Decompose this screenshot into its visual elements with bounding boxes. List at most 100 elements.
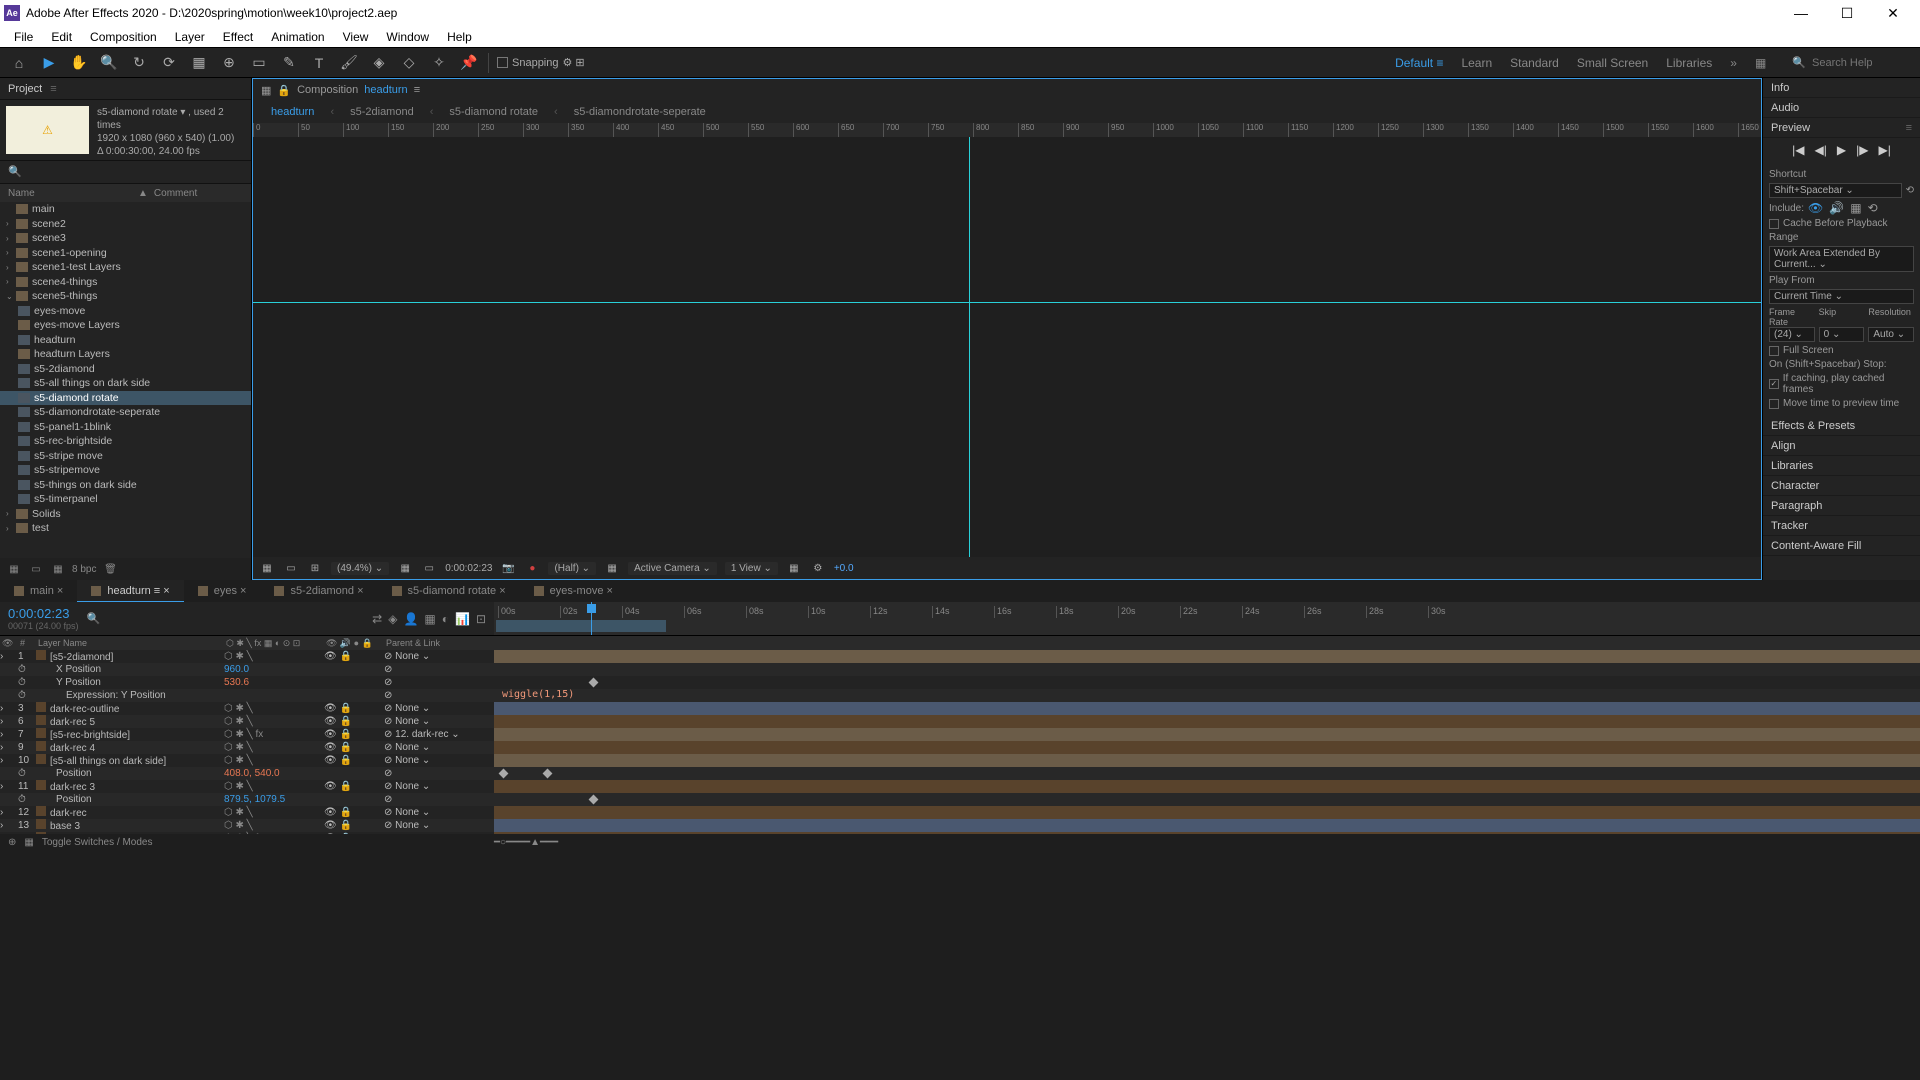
tree-item[interactable]: ⌄scene5-things: [0, 289, 251, 304]
tl-icon-2[interactable]: ◈: [388, 612, 397, 626]
skip-dropdown[interactable]: 0 ⌄: [1819, 327, 1865, 342]
workspace-grid-icon[interactable]: ▦: [1755, 56, 1766, 70]
timeline-tab[interactable]: eyes ×: [184, 580, 261, 602]
toggle-switches[interactable]: Toggle Switches / Modes: [42, 837, 153, 848]
comp-tab[interactable]: s5-diamondrotate-seperate: [564, 103, 716, 121]
property-row[interactable]: ⏱ Position 879.5, 1079.5 ⊘: [0, 793, 1920, 806]
panel-content-aware-fill[interactable]: Content-Aware Fill: [1763, 536, 1920, 556]
layer-row[interactable]: › 12 dark-rec ⬡ ✱ ╲ 👁 🔒 ⊘ None ⌄: [0, 806, 1920, 819]
prev-frame-icon[interactable]: ◀|: [1815, 143, 1827, 157]
view-dropdown[interactable]: 1 View ⌄: [725, 562, 778, 575]
tree-item[interactable]: s5-panel1-1blink: [0, 420, 251, 435]
zoom-tool[interactable]: 🔍: [98, 52, 120, 74]
include-video-icon[interactable]: 👁: [1808, 201, 1823, 215]
resolution-dropdown[interactable]: (Half) ⌄: [548, 562, 596, 575]
project-tree[interactable]: main›scene2›scene3›scene1-opening›scene1…: [0, 202, 251, 558]
menu-window[interactable]: Window: [378, 28, 437, 46]
layer-row[interactable]: › 3 dark-rec-outline ⬡ ✱ ╲ 👁 🔒 ⊘ None ⌄: [0, 702, 1920, 715]
hand-tool[interactable]: ✋: [68, 52, 90, 74]
property-row[interactable]: ⏱ Expression: Y Position ⊘ wiggle(1,15): [0, 689, 1920, 702]
timeline-ruler[interactable]: 00s02s04s06s08s10s12s14s16s18s20s22s24s2…: [494, 602, 1920, 635]
timeline-search[interactable]: 🔍: [87, 612, 101, 625]
project-search[interactable]: 🔍: [0, 160, 251, 184]
workspace-small-screen[interactable]: Small Screen: [1577, 56, 1648, 70]
render-icon[interactable]: ▦: [24, 837, 33, 848]
workspace-default[interactable]: Default ≡: [1395, 56, 1443, 70]
tree-item[interactable]: ›eyes-move Layers: [0, 318, 251, 333]
tree-item[interactable]: s5-timerpanel: [0, 492, 251, 507]
tree-item[interactable]: s5-all things on dark side: [0, 376, 251, 391]
menu-effect[interactable]: Effect: [215, 28, 261, 46]
timecode-display[interactable]: 0:00:02:23: [445, 563, 492, 574]
exposure-value[interactable]: +0.0: [834, 563, 854, 574]
tl-icon-1[interactable]: ⇄: [372, 612, 382, 626]
zoom-dropdown[interactable]: (49.4%) ⌄: [331, 562, 389, 575]
first-frame-icon[interactable]: |◀: [1792, 143, 1804, 157]
last-frame-icon[interactable]: ▶|: [1878, 143, 1890, 157]
timeline-tab[interactable]: s5-2diamond ×: [260, 580, 377, 602]
grid-icon[interactable]: ▦: [259, 563, 275, 574]
panel-tracker[interactable]: Tracker: [1763, 516, 1920, 536]
comp-tab[interactable]: s5-diamond rotate: [439, 103, 548, 121]
timeline-tab[interactable]: s5-diamond rotate ×: [378, 580, 520, 602]
rotate-tool[interactable]: ⟳: [158, 52, 180, 74]
composition-viewer[interactable]: [253, 137, 1761, 557]
expand-icon[interactable]: ⊕: [8, 837, 16, 848]
reset-icon[interactable]: ⟲: [1906, 185, 1914, 196]
timeline-zoom[interactable]: ━○━━━━▲━━━: [494, 837, 1920, 848]
motion-blur-icon[interactable]: ◐: [442, 612, 449, 626]
minimize-button[interactable]: —: [1778, 0, 1824, 26]
menu-help[interactable]: Help: [439, 28, 480, 46]
tree-item[interactable]: ›headturn Layers: [0, 347, 251, 362]
tree-item[interactable]: ›scene3: [0, 231, 251, 246]
orbit-tool[interactable]: ↻: [128, 52, 150, 74]
tree-item[interactable]: s5-stripe move: [0, 449, 251, 464]
channel-icon[interactable]: ●: [524, 563, 540, 574]
new-comp-icon[interactable]: ▦: [50, 561, 66, 577]
cache-stop-checkbox[interactable]: [1769, 379, 1779, 389]
include-audio-icon[interactable]: 🔊: [1829, 201, 1844, 215]
snapshot-icon[interactable]: 📷: [500, 563, 516, 574]
preview-panel[interactable]: Preview≡: [1763, 118, 1920, 138]
cache-checkbox[interactable]: [1769, 219, 1779, 229]
menu-composition[interactable]: Composition: [82, 28, 165, 46]
snapping-toggle[interactable]: Snapping ⚙ ⊞: [497, 56, 585, 69]
info-panel[interactable]: Info: [1763, 78, 1920, 98]
property-row[interactable]: ⏱ Y Position 530.6 ⊘: [0, 676, 1920, 689]
menu-view[interactable]: View: [335, 28, 377, 46]
menu-animation[interactable]: Animation: [263, 28, 332, 46]
tree-item[interactable]: ›scene1-opening: [0, 246, 251, 261]
transparency-icon[interactable]: ▦: [604, 563, 620, 574]
panel-align[interactable]: Align: [1763, 436, 1920, 456]
tree-item[interactable]: ›Solids: [0, 507, 251, 522]
panel-paragraph[interactable]: Paragraph: [1763, 496, 1920, 516]
property-row[interactable]: ⏱ X Position 960.0 ⊘: [0, 663, 1920, 676]
folder-icon[interactable]: ▭: [28, 561, 44, 577]
preview-res-dropdown[interactable]: Auto ⌄: [1868, 327, 1914, 342]
tree-item[interactable]: s5-diamondrotate-seperate: [0, 405, 251, 420]
audio-panel[interactable]: Audio: [1763, 98, 1920, 118]
property-row[interactable]: ⏱ Position 408.0, 540.0 ⊘: [0, 767, 1920, 780]
menu-file[interactable]: File: [6, 28, 41, 46]
tree-item[interactable]: headturn: [0, 333, 251, 348]
workspace-libraries[interactable]: Libraries: [1666, 56, 1712, 70]
next-frame-icon[interactable]: |▶: [1856, 143, 1868, 157]
close-button[interactable]: ✕: [1870, 0, 1916, 26]
puppet-tool[interactable]: 📌: [458, 52, 480, 74]
camera-dropdown[interactable]: Active Camera ⌄: [628, 562, 717, 575]
camera-tool[interactable]: ▦: [188, 52, 210, 74]
tree-item[interactable]: ›scene1-test Layers: [0, 260, 251, 275]
range-dropdown[interactable]: Work Area Extended By Current... ⌄: [1769, 246, 1914, 272]
current-time[interactable]: 0:00:02:23: [8, 606, 79, 621]
tree-item[interactable]: s5-rec-brightside: [0, 434, 251, 449]
home-tool[interactable]: ⌂: [8, 52, 30, 74]
panel-character[interactable]: Character: [1763, 476, 1920, 496]
tree-item[interactable]: s5-stripemove: [0, 463, 251, 478]
roto-tool[interactable]: ✧: [428, 52, 450, 74]
layer-row[interactable]: › 6 dark-rec 5 ⬡ ✱ ╲ 👁 🔒 ⊘ None ⌄: [0, 715, 1920, 728]
tree-item[interactable]: s5-things on dark side: [0, 478, 251, 493]
play-icon[interactable]: ▶: [1837, 143, 1846, 157]
layer-row[interactable]: › 9 dark-rec 4 ⬡ ✱ ╲ 👁 🔒 ⊘ None ⌄: [0, 741, 1920, 754]
layer-row[interactable]: › 11 dark-rec 3 ⬡ ✱ ╲ 👁 🔒 ⊘ None ⌄: [0, 780, 1920, 793]
workspace-more[interactable]: »: [1730, 56, 1737, 70]
